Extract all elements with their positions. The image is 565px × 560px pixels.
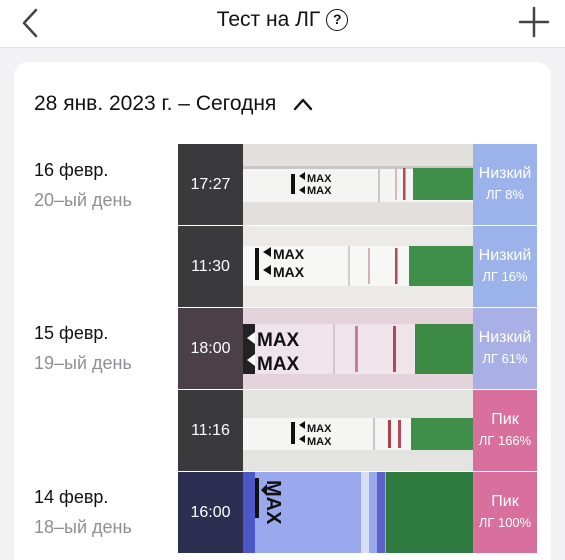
- test-row[interactable]: 17:27 MAX MAX Низкий ЛГ 8%: [178, 144, 537, 225]
- result-badge: Пик ЛГ 166%: [473, 390, 537, 471]
- day-date: 16 февр.: [34, 160, 109, 180]
- result-badge: Низкий ЛГ 8%: [473, 144, 537, 225]
- test-row[interactable]: 18:00 MAX MAX Низкий ЛГ 61%: [178, 308, 537, 389]
- result-level: Низкий: [478, 329, 532, 346]
- tests-list: 17:27 MAX MAX Низкий ЛГ 8% 11:30 MAX MAX…: [178, 144, 537, 554]
- page-title-text: Тест на ЛГ: [216, 8, 321, 31]
- strip-max-text: MAX: [257, 330, 300, 351]
- day-label: 16 февр. 20–ый день: [34, 158, 132, 212]
- day-label: 14 февр. 18–ый день: [34, 485, 132, 539]
- result-percent: ЛГ 166%: [478, 433, 532, 448]
- date-range-label: 28 янв. 2023 г. – Сегодня: [34, 92, 277, 115]
- test-strip-photo: MAX MAX: [243, 308, 473, 389]
- result-badge: Низкий ЛГ 61%: [473, 308, 537, 389]
- page-title: Тест на ЛГ?: [0, 6, 565, 34]
- day-label: 15 февр. 19–ый день: [34, 321, 132, 375]
- test-strip-photo: MAX MAX: [243, 390, 473, 471]
- result-percent: ЛГ 61%: [482, 351, 528, 366]
- day-date: 14 февр.: [34, 487, 109, 507]
- date-range-toggle[interactable]: 28 янв. 2023 г. – Сегодня: [34, 90, 314, 118]
- result-level: Низкий: [478, 247, 532, 264]
- test-strip-photo: MAX MAX: [243, 226, 473, 307]
- test-strip-photo: MAX MAX: [243, 144, 473, 225]
- test-time: 18:00: [178, 308, 243, 389]
- strip-max-text: MAX: [273, 246, 305, 262]
- test-row[interactable]: 11:16 MAX MAX Пик ЛГ 166%: [178, 390, 537, 471]
- tests-card: 28 янв. 2023 г. – Сегодня 16 февр. 20–ый…: [14, 62, 551, 560]
- result-percent: ЛГ 8%: [486, 187, 524, 202]
- result-level: Пик: [491, 411, 519, 428]
- strip-max-text: MAX: [257, 354, 300, 375]
- test-time: 16:00: [178, 472, 243, 553]
- result-percent: ЛГ 16%: [482, 269, 528, 284]
- cycle-day: 19–ый день: [34, 353, 132, 373]
- strip-max-text: MAX: [307, 436, 332, 448]
- cycle-day: 20–ый день: [34, 190, 132, 210]
- day-date: 15 февр.: [34, 323, 109, 343]
- strip-max-text: MAX: [307, 423, 332, 435]
- test-time: 11:16: [178, 390, 243, 471]
- chevron-up-icon: [294, 98, 313, 111]
- test-time: 11:30: [178, 226, 243, 307]
- strip-max-text: MAX: [262, 480, 284, 525]
- add-plus-icon[interactable]: [517, 5, 551, 39]
- result-percent: ЛГ 100%: [478, 515, 532, 530]
- navbar: Тест на ЛГ?: [0, 0, 565, 48]
- test-time: 17:27: [178, 144, 243, 225]
- cycle-day: 18–ый день: [34, 517, 132, 537]
- result-badge: Пик ЛГ 100%: [473, 472, 537, 553]
- strip-max-text: MAX: [307, 185, 332, 197]
- strip-max-text: MAX: [307, 173, 332, 185]
- result-level: Низкий: [478, 165, 532, 182]
- strip-max-text: MAX: [273, 264, 305, 280]
- test-row[interactable]: 16:00 MAX Пик ЛГ 100%: [178, 472, 537, 553]
- test-row[interactable]: 11:30 MAX MAX Низкий ЛГ 16%: [178, 226, 537, 307]
- result-badge: Низкий ЛГ 16%: [473, 226, 537, 307]
- result-level: Пик: [491, 493, 519, 510]
- help-icon[interactable]: ?: [326, 9, 349, 31]
- test-strip-photo: MAX: [243, 472, 473, 553]
